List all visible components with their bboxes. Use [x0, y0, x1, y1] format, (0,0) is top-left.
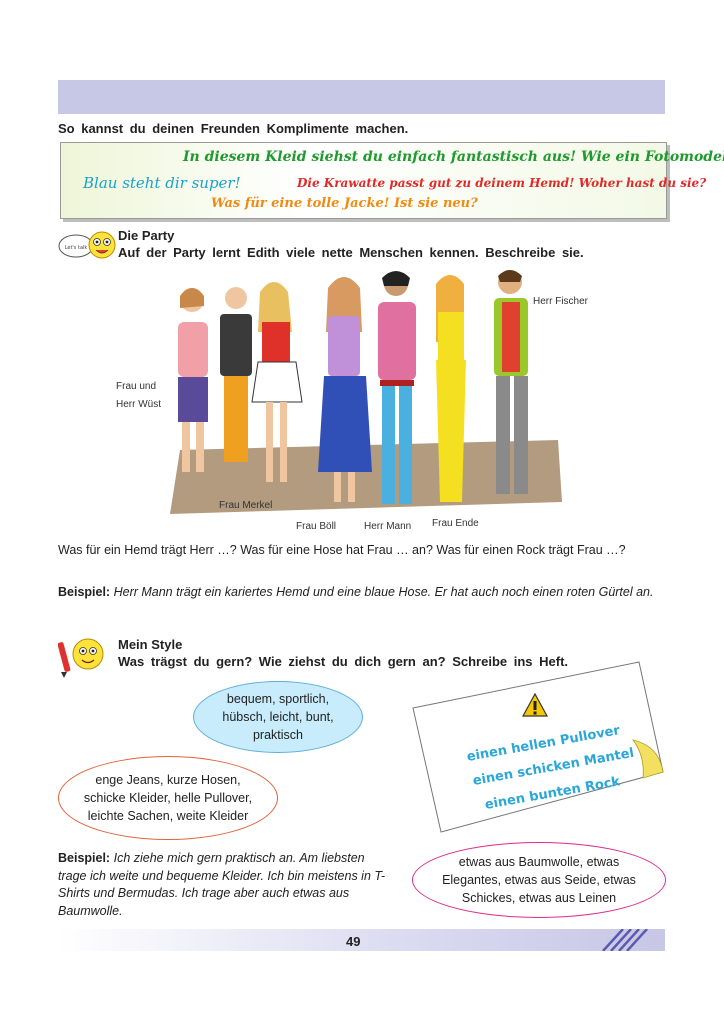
compliment-dress: In diesem Kleid siehst du einfach fantas… — [183, 149, 724, 165]
label-frau-herr-wuest: Frau und Herr Wüst — [116, 381, 161, 410]
header-bar — [58, 80, 665, 114]
compliment-tie: Die Krawatte passt gut zu deinem Hemd! W… — [297, 176, 707, 190]
clothes-bubble: enge Jeans, kurze Hosen, schicke Kleider… — [58, 756, 278, 840]
materials-bubble: etwas aus Baumwolle, etwas Elegantes, et… — [412, 842, 666, 918]
style-title: Mein Style — [118, 637, 183, 652]
label-frau-merkel: Frau Merkel — [219, 500, 273, 511]
talk-smiley-icon: Let's talk — [58, 228, 116, 264]
label-frau-ende: Frau Ende — [432, 518, 479, 529]
party-title: Die Party — [118, 228, 175, 243]
writing-smiley-icon — [57, 634, 108, 678]
note-card: einen hellen Pullover einen schicken Man… — [411, 660, 667, 835]
party-example-label: Beispiel: — [58, 585, 111, 599]
intro-text: So kannst du deinen Freunden Komplimente… — [58, 121, 409, 136]
talk-caption: Let's talk — [65, 245, 88, 251]
compliment-blue: Blau steht dir super! — [83, 174, 241, 192]
footer-bar — [58, 929, 665, 951]
compliments-box: In diesem Kleid siehst du einfach fantas… — [60, 142, 724, 219]
adjectives-bubble: bequem, sportlich, hübsch, leicht, bunt,… — [193, 681, 363, 753]
party-questions: Was für ein Hemd trägt Herr …? Was für e… — [58, 543, 626, 557]
label-herr-fischer: Herr Fischer — [533, 296, 589, 307]
party-example-text: Herr Mann trägt ein kariertes Hemd und e… — [113, 585, 654, 599]
label-herr-mann: Herr Mann — [364, 521, 412, 532]
label-frau-boell: Frau Böll — [296, 521, 337, 532]
party-illustration — [160, 262, 568, 524]
compliment-jacket: Was für eine tolle Jacke! Ist sie neu? — [211, 196, 478, 211]
style-example: Beispiel: Ich ziehe mich gern praktisch … — [58, 850, 394, 920]
party-example: Beispiel: Herr Mann trägt ein kariertes … — [58, 583, 665, 602]
style-example-label: Beispiel: — [58, 851, 111, 865]
page-number: 49 — [346, 934, 361, 949]
party-instruction: Auf der Party lernt Edith viele nette Me… — [118, 245, 584, 260]
